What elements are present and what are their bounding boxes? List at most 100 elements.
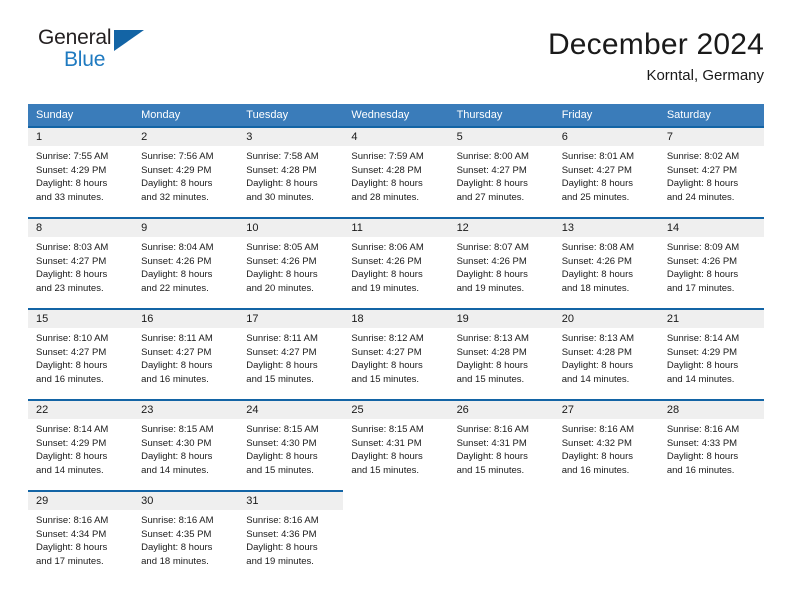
day-info-sunset: Sunset: 4:28 PM bbox=[561, 346, 632, 358]
day-number[interactable]: 9 bbox=[133, 217, 239, 237]
day-number[interactable]: 14 bbox=[658, 217, 764, 237]
day-number[interactable]: 27 bbox=[553, 399, 659, 419]
day-number[interactable]: 2 bbox=[133, 126, 239, 146]
day-number[interactable]: 28 bbox=[658, 399, 764, 419]
day-number[interactable]: 25 bbox=[343, 399, 449, 419]
weekday-header-row: Sunday Monday Tuesday Wednesday Thursday… bbox=[28, 104, 764, 127]
day-info: Sunrise: 8:16 AM Sunset: 4:32 PM Daylight:… bbox=[553, 419, 659, 489]
day-info-empty bbox=[658, 510, 764, 580]
page-header: General Blue December 2024 Korntal, Germ… bbox=[28, 0, 764, 104]
day-info-daylight-2: and 24 minutes. bbox=[666, 191, 735, 203]
day-info-sunset: Sunset: 4:31 PM bbox=[456, 437, 527, 449]
day-info: Sunrise: 8:05 AM Sunset: 4:26 PM Daylight:… bbox=[238, 237, 344, 307]
day-info-daylight-2: and 23 minutes. bbox=[36, 282, 104, 294]
day-number[interactable]: 21 bbox=[658, 308, 764, 328]
day-info-sunset: Sunset: 4:26 PM bbox=[561, 255, 632, 267]
day-info-empty bbox=[553, 510, 659, 580]
day-info-sunrise: Sunrise: 8:16 AM bbox=[561, 424, 635, 435]
day-info: Sunrise: 8:08 AM Sunset: 4:26 PM Daylight:… bbox=[553, 237, 659, 307]
day-info-daylight-2: and 32 minutes. bbox=[141, 191, 209, 203]
day-info-sunset: Sunset: 4:29 PM bbox=[36, 437, 107, 449]
day-info: Sunrise: 8:11 AM Sunset: 4:27 PM Daylight:… bbox=[238, 328, 344, 398]
day-number[interactable]: 4 bbox=[343, 126, 449, 146]
day-info-daylight-2: and 15 minutes. bbox=[246, 464, 314, 476]
day-info-sunset: Sunset: 4:33 PM bbox=[666, 437, 738, 449]
day-info-daylight-1: Daylight: 8 hours bbox=[561, 269, 633, 280]
day-info-daylight-2: and 18 minutes. bbox=[561, 282, 630, 294]
day-info-sunrise: Sunrise: 7:56 AM bbox=[141, 151, 214, 162]
day-number[interactable]: 3 bbox=[238, 126, 344, 146]
day-info: Sunrise: 8:16 AM Sunset: 4:31 PM Daylight:… bbox=[448, 419, 554, 489]
day-info-sunset: Sunset: 4:27 PM bbox=[141, 346, 212, 358]
day-number[interactable]: 8 bbox=[28, 217, 134, 237]
day-number[interactable]: 19 bbox=[448, 308, 554, 328]
week-info-row: Sunrise: 8:10 AM Sunset: 4:27 PM Daylight:… bbox=[28, 328, 764, 398]
day-info: Sunrise: 8:02 AM Sunset: 4:27 PM Daylight:… bbox=[658, 146, 764, 216]
day-info-daylight-1: Daylight: 8 hours bbox=[456, 360, 528, 371]
day-info-sunset: Sunset: 4:28 PM bbox=[351, 164, 422, 176]
day-info-daylight-2: and 17 minutes. bbox=[36, 555, 104, 567]
day-info: Sunrise: 8:06 AM Sunset: 4:26 PM Daylight:… bbox=[343, 237, 449, 307]
day-number[interactable]: 7 bbox=[658, 126, 764, 146]
day-number[interactable]: 17 bbox=[238, 308, 344, 328]
day-info-daylight-1: Daylight: 8 hours bbox=[666, 451, 739, 462]
day-info-sunset: Sunset: 4:36 PM bbox=[246, 528, 317, 540]
day-info-sunrise: Sunrise: 8:12 AM bbox=[351, 333, 424, 344]
day-number[interactable]: 13 bbox=[553, 217, 659, 237]
day-info-sunset: Sunset: 4:28 PM bbox=[456, 346, 527, 358]
day-info-sunrise: Sunrise: 8:13 AM bbox=[561, 333, 635, 344]
day-info-sunrise: Sunrise: 8:11 AM bbox=[246, 333, 318, 344]
day-info-daylight-1: Daylight: 8 hours bbox=[351, 360, 423, 371]
day-info-sunrise: Sunrise: 8:00 AM bbox=[456, 151, 529, 162]
day-info-sunrise: Sunrise: 8:11 AM bbox=[141, 333, 213, 344]
day-number[interactable]: 5 bbox=[448, 126, 554, 146]
day-number[interactable]: 30 bbox=[133, 490, 239, 510]
week-info-row: Sunrise: 8:03 AM Sunset: 4:27 PM Daylight:… bbox=[28, 237, 764, 307]
day-info-sunset: Sunset: 4:34 PM bbox=[36, 528, 107, 540]
sunrise-sunset-calendar: Sunday Monday Tuesday Wednesday Thursday… bbox=[28, 104, 764, 580]
day-number[interactable]: 23 bbox=[133, 399, 239, 419]
day-info-daylight-2: and 15 minutes. bbox=[456, 464, 525, 476]
general-blue-logo[interactable]: General Blue bbox=[28, 26, 158, 82]
day-number[interactable]: 16 bbox=[133, 308, 239, 328]
day-info-sunrise: Sunrise: 8:14 AM bbox=[36, 424, 109, 435]
day-info-daylight-2: and 15 minutes. bbox=[351, 464, 420, 476]
week-info-row: Sunrise: 8:14 AM Sunset: 4:29 PM Daylight:… bbox=[28, 419, 764, 489]
day-cell-empty bbox=[448, 490, 554, 510]
day-info: Sunrise: 8:16 AM Sunset: 4:36 PM Daylight:… bbox=[238, 510, 344, 580]
day-info-daylight-2: and 19 minutes. bbox=[246, 555, 314, 567]
day-number[interactable]: 20 bbox=[553, 308, 659, 328]
day-number[interactable]: 24 bbox=[238, 399, 344, 419]
day-info-daylight-1: Daylight: 8 hours bbox=[666, 360, 739, 371]
day-info-daylight-1: Daylight: 8 hours bbox=[141, 178, 213, 189]
day-number[interactable]: 22 bbox=[28, 399, 134, 419]
day-info-sunrise: Sunrise: 8:15 AM bbox=[246, 424, 319, 435]
day-number[interactable]: 12 bbox=[448, 217, 554, 237]
day-info-daylight-1: Daylight: 8 hours bbox=[36, 178, 108, 189]
day-number[interactable]: 29 bbox=[28, 490, 134, 510]
day-number[interactable]: 1 bbox=[28, 126, 134, 146]
day-info-sunset: Sunset: 4:27 PM bbox=[666, 164, 738, 176]
day-info-daylight-1: Daylight: 8 hours bbox=[456, 178, 528, 189]
day-info-daylight-1: Daylight: 8 hours bbox=[351, 269, 423, 280]
weekday-header-thursday: Thursday bbox=[448, 104, 554, 127]
day-number[interactable]: 11 bbox=[343, 217, 449, 237]
day-number[interactable]: 31 bbox=[238, 490, 344, 510]
day-info: Sunrise: 8:15 AM Sunset: 4:31 PM Daylight:… bbox=[343, 419, 449, 489]
day-info: Sunrise: 8:12 AM Sunset: 4:27 PM Daylight:… bbox=[343, 328, 449, 398]
day-number[interactable]: 15 bbox=[28, 308, 134, 328]
day-info-daylight-2: and 22 minutes. bbox=[141, 282, 209, 294]
day-info-daylight-1: Daylight: 8 hours bbox=[246, 178, 318, 189]
day-number[interactable]: 26 bbox=[448, 399, 554, 419]
day-info-daylight-1: Daylight: 8 hours bbox=[666, 178, 739, 189]
day-info: Sunrise: 8:16 AM Sunset: 4:34 PM Daylight:… bbox=[28, 510, 134, 580]
day-info: Sunrise: 8:04 AM Sunset: 4:26 PM Daylight:… bbox=[133, 237, 239, 307]
day-number[interactable]: 10 bbox=[238, 217, 344, 237]
day-number[interactable]: 6 bbox=[553, 126, 659, 146]
day-info-daylight-1: Daylight: 8 hours bbox=[666, 269, 739, 280]
week-daynumber-row: 1234567 bbox=[28, 126, 764, 146]
day-number[interactable]: 18 bbox=[343, 308, 449, 328]
calendar-body: 1 2 3 4 5 6 7 Sunrise: 7:55 AM Sunset: 4:29 PM Da… bbox=[28, 126, 764, 580]
day-info-sunrise: Sunrise: 8:16 AM bbox=[36, 515, 109, 526]
weekday-header-wednesday: Wednesday bbox=[343, 104, 449, 127]
